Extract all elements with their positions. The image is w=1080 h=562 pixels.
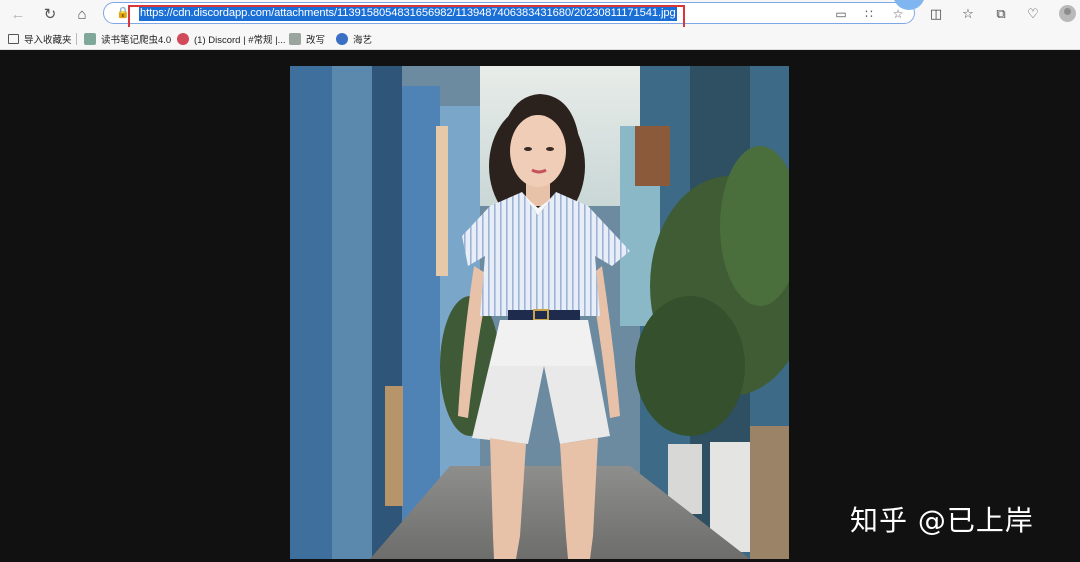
collections-icon[interactable]: ⧉ <box>991 4 1011 24</box>
favorite-label: (1) Discord | #常规 |... <box>194 34 286 46</box>
profile-avatar[interactable] <box>1059 5 1076 22</box>
favorites-icon[interactable]: ☆ <box>958 4 978 24</box>
page-icon <box>289 32 301 45</box>
favorites-divider <box>76 33 77 45</box>
lock-icon[interactable]: 🔒 <box>116 6 130 20</box>
back-arrow-icon[interactable]: ← <box>7 4 29 24</box>
favorite-label: 读书笔记爬虫4.0 <box>101 34 172 46</box>
favorite-item-seaart[interactable]: 海艺 <box>336 31 372 46</box>
refresh-icon[interactable]: ↻ <box>39 4 61 24</box>
displayed-photo[interactable] <box>290 66 789 559</box>
page-icon <box>84 32 96 45</box>
photo-illustration <box>290 66 789 559</box>
address-bar[interactable]: 🔒 https://cdn.discordapp.com/attachments… <box>103 2 915 24</box>
favorite-label: 海艺 <box>353 34 373 46</box>
split-screen-icon[interactable]: ◫ <box>926 4 946 24</box>
favorite-item-reading-notes[interactable]: 读书笔记爬虫4.0 <box>84 31 171 46</box>
browser-toolbar: ← ↻ ⌂ 🔒 https://cdn.discordapp.com/attac… <box>0 0 1080 34</box>
discord-icon <box>177 32 189 45</box>
favorite-item-rewrite[interactable]: 改写 <box>289 31 325 46</box>
favorite-label: 导入收藏夹 <box>24 34 72 46</box>
folder-import-icon <box>8 33 19 44</box>
apps-grid-icon[interactable]: ∷ <box>860 5 878 23</box>
seaart-icon <box>336 32 348 45</box>
performance-heart-icon[interactable]: ♡ <box>1023 4 1043 24</box>
zhihu-watermark: 知乎 @已上岸 <box>850 504 1034 537</box>
reader-mode-icon[interactable]: ▭ <box>832 5 850 23</box>
home-icon[interactable]: ⌂ <box>71 4 93 24</box>
favorite-item-import[interactable]: 导入收藏夹 <box>8 31 72 46</box>
favorite-item-discord[interactable]: (1) Discord | #常规 |... <box>177 31 286 46</box>
favorite-label: 改写 <box>306 34 326 46</box>
url-text[interactable]: https://cdn.discordapp.com/attachments/1… <box>139 6 677 21</box>
favorites-bar: 导入收藏夹 读书笔记爬虫4.0 (1) Discord | #常规 |... 改… <box>0 27 1080 50</box>
